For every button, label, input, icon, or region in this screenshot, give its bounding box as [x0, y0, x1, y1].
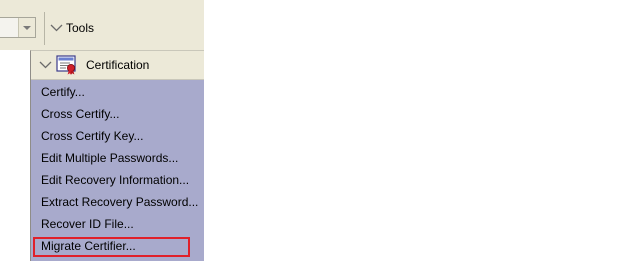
tools-section-header[interactable]: Tools — [50, 20, 94, 36]
dropdown-arrow-button[interactable] — [18, 18, 35, 37]
menu-item-recover-id-file[interactable]: Recover ID File... — [31, 213, 204, 235]
menu-item-edit-multiple-passwords[interactable]: Edit Multiple Passwords... — [31, 147, 204, 169]
certification-panel: Certification Certify... Cross Certify..… — [30, 50, 204, 261]
menu-item-certify[interactable]: Certify... — [31, 81, 204, 103]
toolbar-separator — [44, 12, 45, 45]
tools-label: Tools — [66, 21, 95, 35]
menu-item-cross-certify-key[interactable]: Cross Certify Key... — [31, 125, 204, 147]
menu-item-migrate-certifier[interactable]: Migrate Certifier... — [31, 235, 204, 257]
chevron-down-icon — [50, 24, 63, 32]
toolbar-strip: Tools — [0, 0, 204, 50]
certification-label: Certification — [86, 58, 150, 72]
certificate-icon — [56, 55, 78, 75]
menu-item-extract-recovery-password[interactable]: Extract Recovery Password... — [31, 191, 204, 213]
menu-item-cross-certify[interactable]: Cross Certify... — [31, 103, 204, 125]
view-dropdown[interactable] — [0, 17, 36, 38]
certification-section-header[interactable]: Certification — [31, 51, 204, 80]
certification-menu: Certify... Cross Certify... Cross Certif… — [31, 81, 204, 257]
menu-item-edit-recovery-information[interactable]: Edit Recovery Information... — [31, 169, 204, 191]
chevron-down-icon — [39, 61, 52, 69]
